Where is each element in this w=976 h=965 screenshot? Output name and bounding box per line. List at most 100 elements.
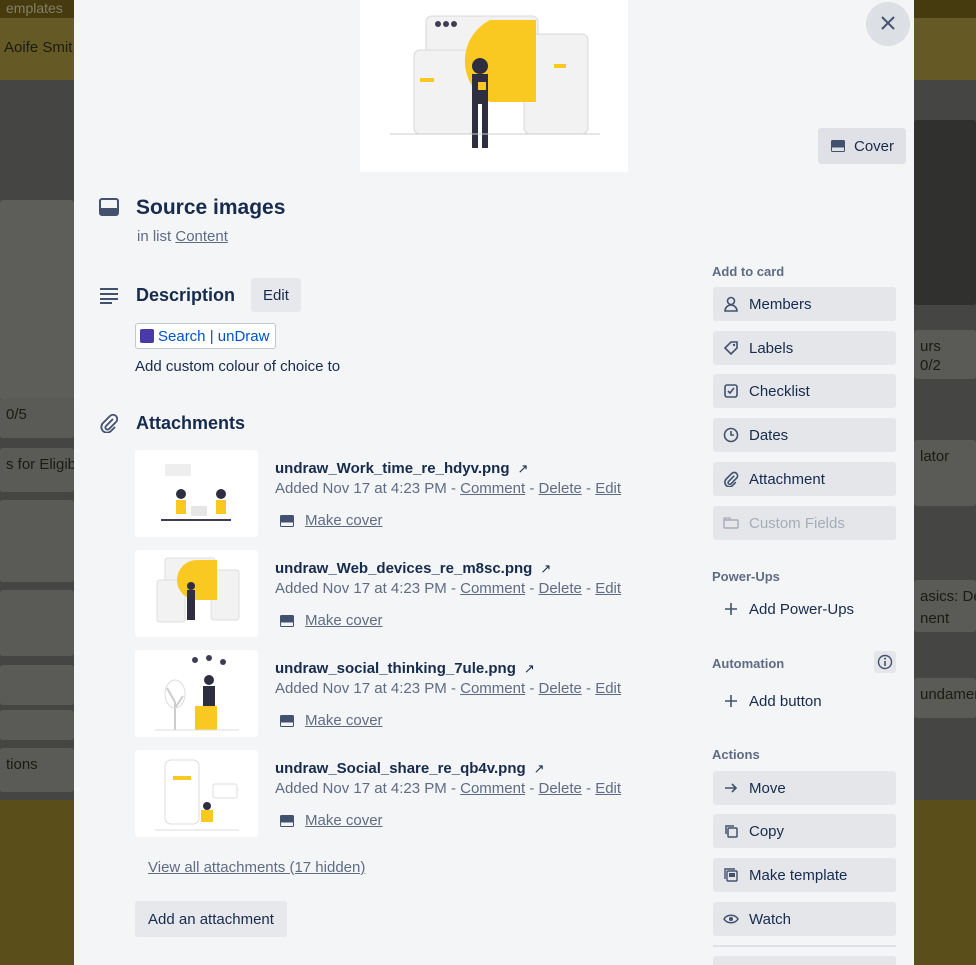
list-link[interactable]: Content bbox=[175, 228, 228, 245]
undraw-favicon-icon bbox=[140, 329, 154, 343]
make-cover-label: Make cover bbox=[305, 612, 383, 629]
copy-button[interactable]: Copy bbox=[713, 814, 896, 848]
attachment-thumbnail[interactable] bbox=[135, 550, 258, 637]
person-icon bbox=[723, 296, 739, 312]
attachment-item: undraw_Social_share_re_qb4v.png ↗ Added N… bbox=[135, 750, 655, 838]
card-title[interactable]: Source images bbox=[136, 196, 285, 220]
members-label: Members bbox=[749, 295, 812, 313]
eye-icon bbox=[723, 911, 739, 927]
checklist-button[interactable]: Checklist bbox=[713, 374, 896, 408]
watch-button[interactable]: Watch bbox=[713, 902, 896, 936]
separator: - bbox=[529, 680, 535, 697]
card-detail-modal: Cover Source images in list Content Desc… bbox=[74, 0, 914, 965]
attachment-delete-link[interactable]: Delete bbox=[539, 580, 582, 597]
add-attachment-button[interactable]: Add an attachment bbox=[135, 901, 287, 937]
cover-button[interactable]: Cover bbox=[817, 128, 906, 164]
attachment-name[interactable]: undraw_social_thinking_7ule.png ↗ bbox=[275, 660, 535, 677]
attachment-meta: Added Nov 17 at 4:23 PM - Comment - Dele… bbox=[275, 580, 621, 597]
separator: - bbox=[586, 680, 592, 697]
automation-heading: Automation bbox=[712, 656, 785, 671]
attachment-edit-link[interactable]: Edit bbox=[595, 580, 621, 597]
custom-fields-button[interactable]: Custom Fields bbox=[713, 506, 896, 540]
attachment-comment-link[interactable]: Comment bbox=[460, 580, 525, 597]
dates-button[interactable]: Dates bbox=[713, 418, 896, 452]
attachment-meta: Added Nov 17 at 4:23 PM - Comment - Dele… bbox=[275, 480, 621, 497]
make-cover-link[interactable]: Make cover bbox=[279, 712, 383, 729]
add-to-card-heading: Add to card bbox=[712, 264, 785, 279]
clock-icon bbox=[723, 427, 739, 443]
card-cover: Cover bbox=[74, 0, 914, 172]
attachment-added-date: Added Nov 17 at 4:23 PM bbox=[275, 580, 447, 597]
card-cover-icon bbox=[279, 613, 295, 629]
attachment-comment-link[interactable]: Comment bbox=[460, 480, 525, 497]
separator: - bbox=[529, 480, 535, 497]
attachment-name[interactable]: undraw_Web_devices_re_m8sc.png ↗ bbox=[275, 560, 551, 577]
make-cover-link[interactable]: Make cover bbox=[279, 812, 383, 829]
separator: - bbox=[529, 780, 535, 797]
attachment-thumbnail[interactable] bbox=[135, 450, 258, 537]
external-link-icon[interactable]: ↗ bbox=[540, 561, 551, 576]
dates-label: Dates bbox=[749, 426, 789, 444]
separator: - bbox=[529, 580, 535, 597]
sidebar-divider bbox=[713, 945, 896, 947]
attachment-filename: undraw_Web_devices_re_m8sc.png bbox=[275, 560, 533, 577]
attachment-thumbnail[interactable] bbox=[135, 750, 258, 837]
attachment-name[interactable]: undraw_Social_share_re_qb4v.png ↗ bbox=[275, 760, 545, 777]
attachment-delete-link[interactable]: Delete bbox=[539, 480, 582, 497]
attachment-delete-link[interactable]: Delete bbox=[539, 680, 582, 697]
copy-icon bbox=[723, 823, 739, 839]
add-powerups-label: Add Power-Ups bbox=[749, 600, 855, 618]
info-icon[interactable] bbox=[874, 651, 896, 673]
attachment-filename: undraw_social_thinking_7ule.png bbox=[275, 660, 516, 677]
members-button[interactable]: Members bbox=[713, 287, 896, 321]
description-text[interactable]: Add custom colour of choice to bbox=[135, 358, 340, 375]
attachment-edit-link[interactable]: Edit bbox=[595, 680, 621, 697]
separator: - bbox=[586, 580, 592, 597]
description-link-text: Search | unDraw bbox=[158, 327, 270, 345]
move-button[interactable]: Move bbox=[713, 771, 896, 805]
watch-label: Watch bbox=[749, 910, 791, 928]
description-header: Description Edit bbox=[98, 278, 301, 312]
attachment-edit-link[interactable]: Edit bbox=[595, 480, 621, 497]
attachment-comment-link[interactable]: Comment bbox=[460, 680, 525, 697]
attachment-filename: undraw_Social_share_re_qb4v.png bbox=[275, 760, 526, 777]
make-cover-link[interactable]: Make cover bbox=[279, 612, 383, 629]
attachment-comment-link[interactable]: Comment bbox=[460, 780, 525, 797]
labels-label: Labels bbox=[749, 339, 794, 357]
card-cover-icon bbox=[830, 138, 846, 154]
attachment-name[interactable]: undraw_Work_time_re_hdyv.png ↗ bbox=[275, 460, 528, 477]
separator: - bbox=[586, 480, 592, 497]
view-all-attachments-link[interactable]: View all attachments (17 hidden) bbox=[148, 859, 365, 876]
external-link-icon[interactable]: ↗ bbox=[518, 461, 529, 476]
attachment-label: Attachment bbox=[749, 470, 825, 488]
external-link-icon[interactable]: ↗ bbox=[534, 761, 545, 776]
in-list-prefix: in list bbox=[137, 228, 172, 245]
make-cover-label: Make cover bbox=[305, 712, 383, 729]
attachment-meta: Added Nov 17 at 4:23 PM - Comment - Dele… bbox=[275, 680, 621, 697]
attachment-edit-link[interactable]: Edit bbox=[595, 780, 621, 797]
attachment-button[interactable]: Attachment bbox=[713, 462, 896, 496]
description-edit-button[interactable]: Edit bbox=[251, 278, 301, 312]
separator: - bbox=[450, 780, 456, 797]
paperclip-icon bbox=[723, 471, 739, 487]
attachment-filename: undraw_Work_time_re_hdyv.png bbox=[275, 460, 510, 477]
separator: - bbox=[450, 480, 456, 497]
actions-heading: Actions bbox=[712, 747, 760, 762]
external-link-icon[interactable]: ↗ bbox=[524, 661, 535, 676]
cover-image bbox=[360, 0, 628, 172]
make-cover-link[interactable]: Make cover bbox=[279, 512, 383, 529]
close-button[interactable] bbox=[866, 2, 910, 46]
add-automation-button[interactable]: Add button bbox=[713, 684, 896, 718]
add-powerups-button[interactable]: Add Power-Ups bbox=[713, 592, 896, 626]
attachments-header: Attachments bbox=[98, 412, 245, 434]
make-template-button[interactable]: Make template bbox=[713, 858, 896, 892]
custom-fields-label: Custom Fields bbox=[749, 514, 845, 532]
custom-fields-icon bbox=[723, 515, 739, 531]
description-link-chip[interactable]: Search | unDraw bbox=[135, 323, 277, 349]
labels-button[interactable]: Labels bbox=[713, 331, 896, 365]
separator: - bbox=[586, 780, 592, 797]
make-template-label: Make template bbox=[749, 866, 848, 884]
sidebar-button-partial[interactable] bbox=[713, 956, 896, 965]
attachment-thumbnail[interactable] bbox=[135, 650, 258, 737]
attachment-delete-link[interactable]: Delete bbox=[539, 780, 582, 797]
